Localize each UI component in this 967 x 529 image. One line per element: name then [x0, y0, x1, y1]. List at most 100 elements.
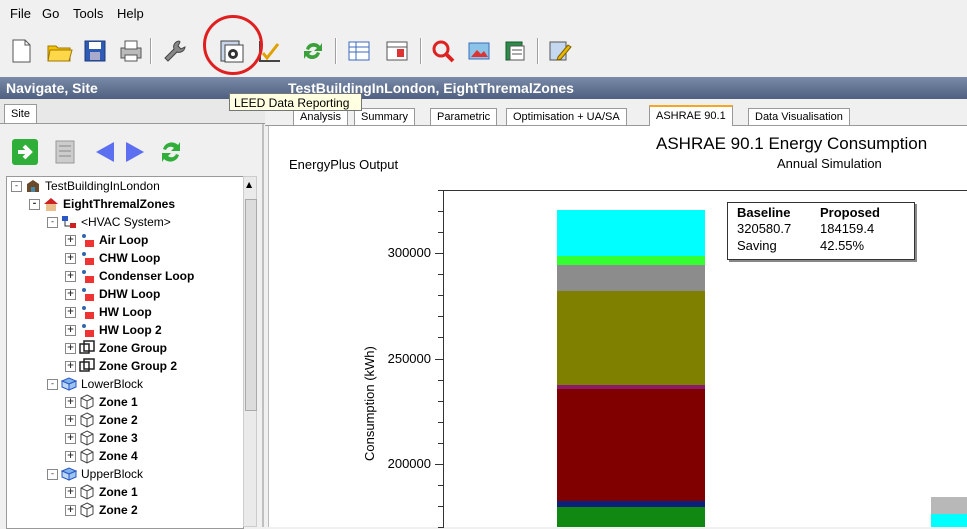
new-file-icon[interactable]: [6, 36, 36, 66]
expand-toggle-icon[interactable]: +: [65, 432, 76, 444]
expand-toggle-icon[interactable]: +: [65, 234, 76, 246]
collapse-toggle-icon[interactable]: -: [47, 378, 58, 390]
y-tick: [435, 253, 443, 255]
menu-help[interactable]: Help: [117, 6, 144, 21]
chart-subtitle: Annual Simulation: [777, 156, 882, 171]
wrench-icon[interactable]: [160, 36, 190, 66]
expand-toggle-icon[interactable]: +: [65, 252, 76, 264]
y-minor-tick: [438, 190, 443, 191]
collapse-toggle-icon[interactable]: -: [47, 216, 58, 228]
tab-site[interactable]: Site: [4, 104, 37, 123]
tab-ashrae[interactable]: ASHRAE 90.1: [649, 105, 733, 126]
bar-segment-baseline: [557, 506, 705, 527]
y-minor-tick: [438, 527, 443, 528]
forward-arrow-icon[interactable]: [120, 136, 150, 168]
legend-saving-label: Saving: [737, 238, 777, 253]
expand-toggle-icon[interactable]: +: [65, 486, 76, 498]
back-arrow-icon[interactable]: [90, 136, 120, 168]
scroll-up-icon[interactable]: ▲: [246, 180, 252, 189]
collapse-toggle-icon[interactable]: -: [47, 468, 58, 480]
y-tick-label: 300000: [387, 245, 431, 261]
go-arrow-icon[interactable]: [10, 136, 40, 168]
expand-toggle-icon[interactable]: +: [65, 414, 76, 426]
image-tools-icon[interactable]: [464, 36, 494, 66]
tree-node[interactable]: + Zone 2: [65, 501, 138, 519]
grid-icon[interactable]: [344, 36, 374, 66]
legend-header-baseline: Baseline: [737, 205, 791, 220]
tree-node-label: Zone 2: [99, 503, 138, 517]
tab-parametric[interactable]: Parametric: [430, 108, 498, 125]
tree-scrollbar[interactable]: ▲: [243, 176, 257, 527]
expand-toggle-icon[interactable]: +: [65, 450, 76, 462]
refresh-icon[interactable]: [298, 36, 328, 66]
open-folder-icon[interactable]: [44, 36, 74, 66]
tree-node[interactable]: + Zone 1: [65, 483, 138, 501]
tree-node[interactable]: - UpperBlock: [47, 465, 143, 483]
title-strip: Navigate, Site TestBuildingInLondon, Eig…: [0, 77, 967, 99]
zone-group-icon: [79, 358, 95, 372]
expand-toggle-icon[interactable]: +: [65, 360, 76, 372]
chart-check-icon[interactable]: [255, 36, 285, 66]
bar-segment-baseline: [557, 291, 705, 385]
zone-icon: [80, 394, 94, 410]
save-icon[interactable]: [80, 36, 110, 66]
expand-toggle-icon[interactable]: +: [65, 306, 76, 318]
expand-toggle-icon[interactable]: +: [65, 324, 76, 336]
chart-legend: Baseline Proposed 320580.7 184159.4 Savi…: [727, 202, 915, 260]
tree-node[interactable]: + Zone 4: [65, 447, 138, 465]
expand-toggle-icon[interactable]: +: [65, 270, 76, 282]
print-icon[interactable]: [116, 36, 146, 66]
tree-node[interactable]: + Zone 1: [65, 393, 138, 411]
expand-toggle-icon[interactable]: +: [65, 504, 76, 516]
menu-tools[interactable]: Tools: [73, 6, 103, 21]
edit-icon[interactable]: [545, 36, 575, 66]
tree-node[interactable]: + Zone Group: [65, 339, 167, 357]
expand-toggle-icon[interactable]: +: [65, 342, 76, 354]
tree-node[interactable]: - TestBuildingInLondon: [11, 177, 160, 195]
tree-node-label: Condenser Loop: [99, 269, 195, 283]
y-minor-tick: [438, 379, 443, 381]
leed-report-icon[interactable]: [217, 36, 247, 66]
tree-node-label: Zone 4: [99, 449, 138, 463]
tree-node-label: Zone Group 2: [99, 359, 177, 373]
tree-node[interactable]: + HW Loop 2: [65, 321, 162, 339]
tree-node-label: LowerBlock: [81, 377, 144, 391]
tree-node[interactable]: + Zone Group 2: [65, 357, 177, 375]
tree-node[interactable]: + Zone 2: [65, 411, 138, 429]
tree-node[interactable]: + CHW Loop: [65, 249, 160, 267]
expand-toggle-icon[interactable]: +: [65, 396, 76, 408]
tree-node[interactable]: + Air Loop: [65, 231, 148, 249]
menu-file[interactable]: File: [10, 6, 31, 21]
tree-view-icon[interactable]: [50, 136, 80, 168]
tab-data-visualisation[interactable]: Data Visualisation: [748, 108, 850, 125]
navigator-toolbar: [6, 136, 261, 170]
collapse-toggle-icon[interactable]: -: [29, 198, 40, 210]
tree-node[interactable]: - EightThremalZones: [29, 195, 175, 213]
menu-go[interactable]: Go: [42, 6, 59, 21]
site-tree: - TestBuildingInLondon - EightThremalZon…: [6, 176, 244, 529]
tree-node-label: HW Loop: [99, 305, 152, 319]
y-minor-tick: [438, 295, 443, 297]
tree-node-label: DHW Loop: [99, 287, 161, 301]
legend-saving-value: 42.55%: [820, 238, 865, 253]
toolbar-tooltip: LEED Data Reporting: [229, 93, 362, 111]
tree-node[interactable]: - <HVAC System>: [47, 213, 171, 231]
bar-segment-baseline: [557, 256, 705, 265]
collapse-toggle-icon[interactable]: -: [11, 180, 22, 192]
refresh-tree-icon[interactable]: [156, 136, 186, 168]
scroll-thumb[interactable]: [245, 199, 257, 411]
search-icon[interactable]: [428, 36, 458, 66]
tab-optimisation[interactable]: Optimisation + UA/SA: [506, 108, 627, 125]
expand-toggle-icon[interactable]: +: [65, 288, 76, 300]
tree-node[interactable]: + HW Loop: [65, 303, 152, 321]
tree-node[interactable]: - LowerBlock: [47, 375, 143, 393]
tab-summary[interactable]: Summary: [354, 108, 416, 125]
tree-node[interactable]: + Zone 3: [65, 429, 138, 447]
loop-icon: [82, 252, 94, 265]
chart-source-label: EnergyPlus Output: [289, 157, 399, 172]
tree-node[interactable]: + Condenser Loop: [65, 267, 194, 285]
tree-node[interactable]: + DHW Loop: [65, 285, 160, 303]
table-icon[interactable]: [382, 36, 412, 66]
y-minor-tick: [438, 274, 443, 276]
database-icon[interactable]: [500, 36, 530, 66]
